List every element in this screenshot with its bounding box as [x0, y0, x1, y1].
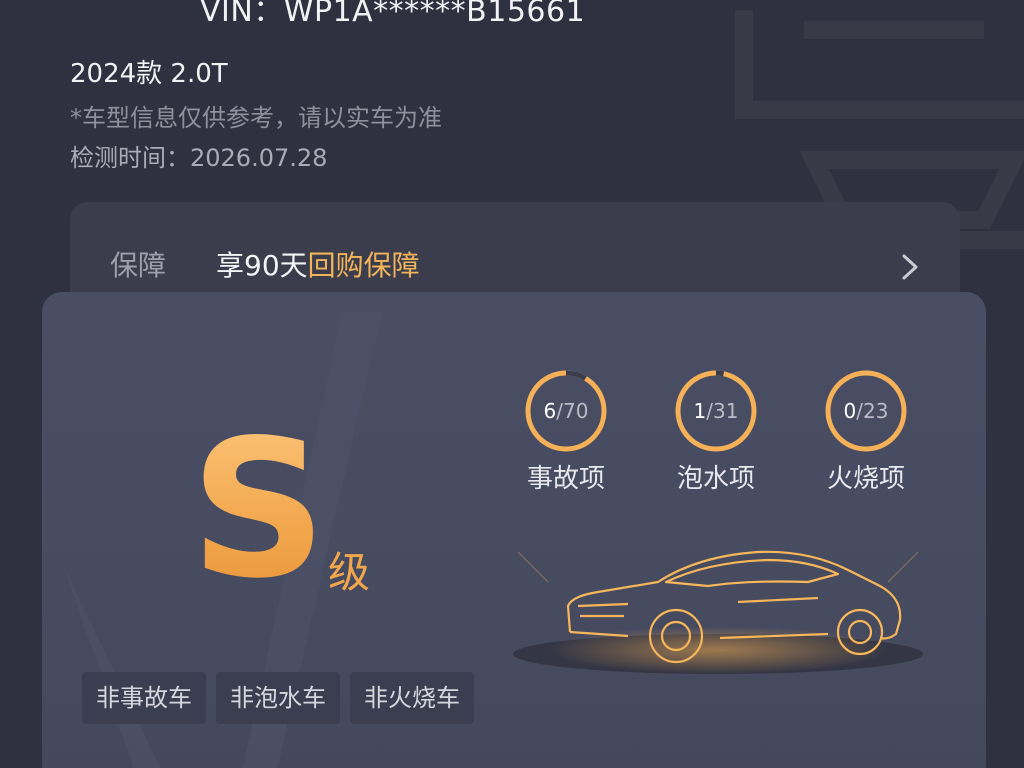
accident-count: 6 — [543, 399, 557, 423]
guarantee-label: 保障 — [110, 249, 167, 282]
guarantee-text-prefix: 享90天 — [216, 249, 308, 282]
fire-total: /23 — [856, 399, 889, 423]
guarantee-text-highlight: 回购保障 — [307, 249, 420, 282]
fire-count: 0 — [843, 399, 857, 423]
flood-stat: 1/31 泡水项 — [646, 368, 786, 496]
tag-non-flood: 非泡水车 — [216, 672, 340, 724]
inspection-time: 检测时间：2026.07.28 — [70, 144, 328, 172]
chevron-right-icon[interactable] — [898, 252, 922, 282]
accident-progress-ring: 6/70 — [523, 368, 609, 454]
accident-total: /70 — [556, 399, 589, 423]
tag-non-accident: 非事故车 — [82, 672, 206, 724]
tag-non-fire: 非火烧车 — [350, 672, 474, 724]
fire-stat: 0/23 火烧项 — [796, 368, 936, 496]
flood-progress-ring: 1/31 — [673, 368, 759, 454]
accident-stat: 6/70 事故项 — [496, 368, 636, 496]
flood-count: 1 — [693, 399, 707, 423]
car-model: 2024款 2.0T — [70, 59, 228, 89]
fire-label: 火烧项 — [826, 464, 905, 494]
car-illustration-icon — [513, 550, 923, 674]
grade-suffix: 级 — [328, 548, 371, 597]
guarantee-text: 享90天回购保障 — [216, 248, 420, 284]
grade-letter: S — [190, 399, 327, 620]
fire-progress-ring: 0/23 — [823, 368, 909, 454]
tag-list: 非事故车 非泡水车 非火烧车 — [82, 672, 474, 724]
vin-number: VIN：WP1A******B15661 — [200, 0, 586, 29]
accident-label: 事故项 — [526, 464, 605, 494]
flood-total: /31 — [706, 399, 739, 423]
flood-label: 泡水项 — [676, 464, 755, 494]
inspection-report-card: S 级 6/70 事故项 1/31 泡水项 0/23 火烧项 非事故车 非泡水车… — [42, 292, 986, 768]
model-disclaimer: *车型信息仅供参考，请以实车为准 — [70, 104, 442, 132]
